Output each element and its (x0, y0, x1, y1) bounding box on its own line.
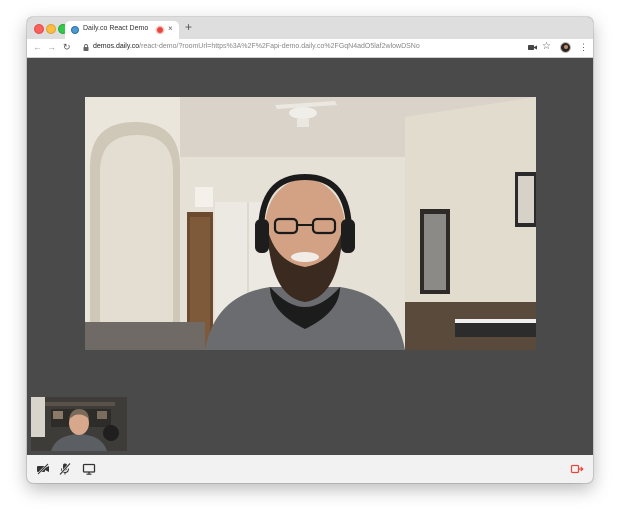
lock-icon (83, 44, 89, 51)
local-participant-video (31, 397, 127, 451)
screenshare-icon[interactable] (82, 462, 96, 476)
url-host: demos.daily.co (93, 43, 140, 50)
profile-avatar[interactable] (560, 42, 571, 53)
tab-title: Daily.co React Demo (83, 25, 149, 32)
bookmark-star-icon[interactable]: ☆ (542, 41, 551, 53)
main-participant-video (85, 97, 536, 350)
tab-strip: Daily.co React Demo × + (27, 17, 593, 39)
mic-off-icon[interactable] (58, 462, 72, 476)
reload-button[interactable]: ↻ (63, 41, 71, 53)
minimize-window-button[interactable] (46, 24, 56, 34)
tab-close-button[interactable]: × (168, 24, 173, 34)
local-video-frame (31, 397, 127, 451)
main-video-frame (85, 97, 536, 350)
daily-favicon-icon (71, 26, 79, 34)
back-button[interactable]: ← (33, 41, 42, 53)
address-input[interactable]: demos.daily.co/react-demo/?roomUrl=https… (93, 43, 420, 50)
leave-call-icon[interactable] (570, 462, 584, 476)
browser-window: Daily.co React Demo × + ← → ↻ demos.dail… (27, 17, 593, 483)
new-tab-button[interactable]: + (185, 20, 192, 34)
camera-in-use-icon[interactable] (528, 44, 537, 51)
tab-daily-react-demo[interactable]: Daily.co React Demo × (65, 21, 179, 39)
address-bar-row: ← → ↻ demos.daily.co/react-demo/?roomUrl… (27, 39, 593, 58)
url-path: /react-demo/?roomUrl=https%3A%2F%2Fapi-d… (139, 43, 420, 50)
close-window-button[interactable] (34, 24, 44, 34)
browser-menu-icon[interactable]: ⋮ (579, 41, 588, 53)
call-area (27, 58, 593, 455)
camera-off-icon[interactable] (36, 462, 50, 476)
recording-indicator-icon (157, 27, 163, 33)
call-tray (27, 455, 593, 483)
forward-button[interactable]: → (47, 41, 56, 53)
